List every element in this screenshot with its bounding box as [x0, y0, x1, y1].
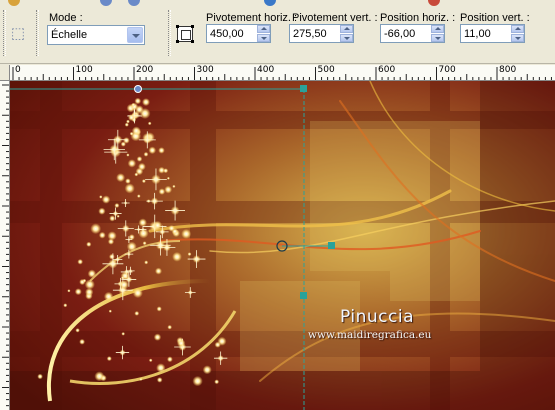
tool-icon[interactable]: [428, 0, 440, 6]
pivot-vert-field[interactable]: 275,50: [289, 24, 354, 43]
position-vert-value: 11,00: [464, 28, 491, 40]
position-vert-label: Position vert. :: [460, 12, 530, 24]
deform-tool-options-bar: ⬚ Mode : Échelle Pivotement horiz. : 450…: [0, 0, 555, 64]
mode-select-value: Échelle: [51, 29, 88, 41]
ruler-tick-label: 100: [75, 65, 93, 75]
ruler-tick-label: 700: [438, 65, 456, 75]
pivot-vert-label: Pivotement vert. :: [292, 12, 378, 24]
toolbar-grip[interactable]: [3, 10, 6, 56]
horizontal-ruler[interactable]: 0 100 200 300 400 500 600 700 800: [10, 65, 555, 81]
spin-down-icon[interactable]: [340, 34, 353, 42]
ruler-tick-label: 300: [196, 65, 214, 75]
pivot-horiz-label: Pivotement horiz. :: [206, 12, 298, 24]
pick-tool-icon[interactable]: ⬚: [10, 26, 26, 42]
ruler-corner: [0, 65, 10, 81]
spin-down-icon[interactable]: [257, 34, 270, 42]
ruler-tick-label: 600: [378, 65, 396, 75]
spin-up-icon[interactable]: [511, 25, 524, 33]
pivot-horiz-value: 450,00: [210, 28, 244, 40]
ruler-tick-label: 500: [317, 65, 335, 75]
mode-label: Mode :: [49, 12, 83, 24]
tool-icon[interactable]: [128, 0, 140, 6]
position-horiz-field[interactable]: -66,00: [380, 24, 445, 43]
position-horiz-label: Position horiz. :: [380, 12, 456, 24]
pivot-vert-value: 275,50: [293, 28, 327, 40]
spin-down-icon[interactable]: [511, 34, 524, 42]
position-horiz-value: -66,00: [384, 28, 416, 40]
watermark-url: www.maidiregrafica.eu: [308, 329, 432, 341]
toolbar-grip[interactable]: [168, 10, 171, 56]
position-vert-field[interactable]: 11,00: [460, 24, 525, 43]
image-canvas[interactable]: Pinuccia www.maidiregrafica.eu: [10, 81, 555, 410]
watermark-name: Pinuccia: [340, 307, 414, 327]
chevron-down-icon[interactable]: [127, 27, 143, 43]
spin-up-icon[interactable]: [431, 25, 444, 33]
tool-icon[interactable]: [8, 0, 20, 6]
mode-select[interactable]: Échelle: [47, 25, 145, 45]
artwork: [10, 81, 555, 410]
pivot-horiz-field[interactable]: 450,00: [206, 24, 271, 43]
spin-up-icon[interactable]: [257, 25, 270, 33]
ruler-tick-label: 200: [136, 65, 154, 75]
ruler-tick-label: 800: [499, 65, 517, 75]
spin-up-icon[interactable]: [340, 25, 353, 33]
vertical-ruler[interactable]: [0, 81, 10, 410]
toolbar-grip[interactable]: [36, 10, 39, 56]
tool-icon[interactable]: [100, 0, 112, 6]
ruler-tick-label: 400: [257, 65, 275, 75]
ruler-tick-label: 0: [15, 65, 21, 75]
spin-down-icon[interactable]: [431, 34, 444, 42]
help-icon[interactable]: [264, 0, 276, 6]
top-toolbar-strip: [0, 0, 555, 6]
deform-box-icon[interactable]: [176, 25, 194, 43]
